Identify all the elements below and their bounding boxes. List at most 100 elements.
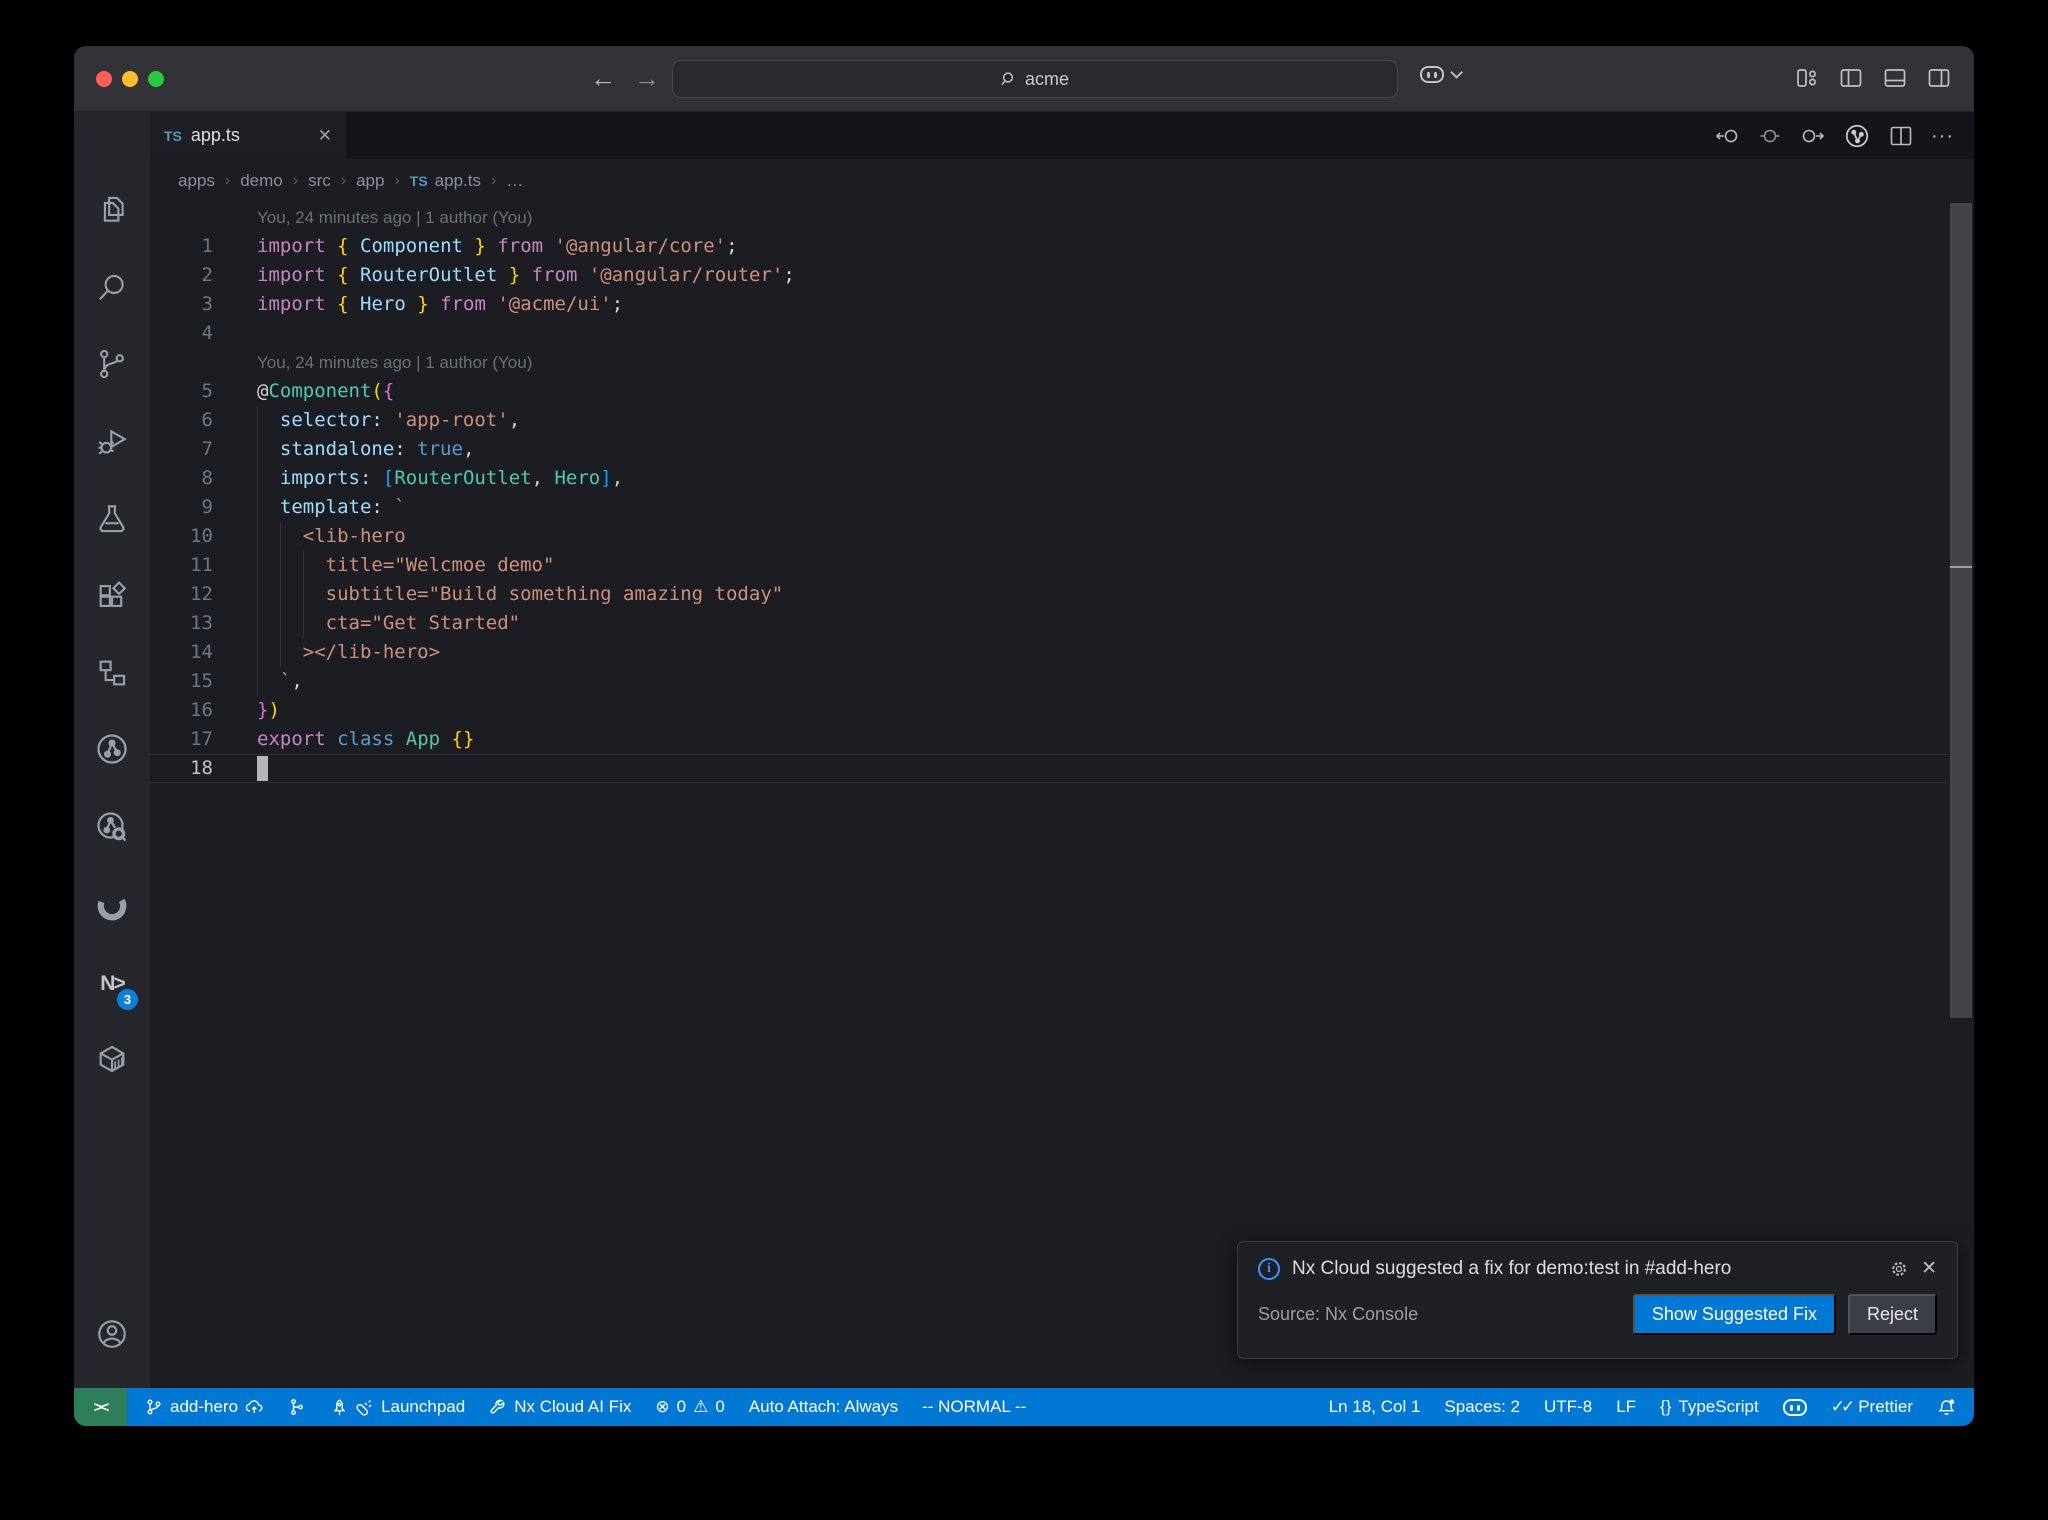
search-view-icon[interactable] [90, 266, 134, 310]
double-check-icon: ✓✓ [1830, 1397, 1855, 1416]
run-debug-icon[interactable] [90, 420, 134, 464]
desktop: ← → acme N> 3 TS app.ts ✕ ··· apps › dem… [0, 0, 2048, 1520]
references-icon[interactable] [90, 651, 134, 695]
traffic-light-close[interactable] [96, 71, 112, 87]
prev-change-icon[interactable] [1714, 123, 1740, 149]
breadcrumb-separator: › [224, 172, 231, 189]
tab-app-ts[interactable]: TS app.ts ✕ [150, 112, 346, 159]
notification-source: Source: Nx Console [1258, 1304, 1419, 1324]
eol-item[interactable]: LF [1616, 1397, 1636, 1417]
code-line: 8 imports: [RouterOutlet, Hero], [150, 464, 1950, 493]
code-line: 15 `, [150, 667, 1950, 696]
notification-toast: i Nx Cloud suggested a fix for demo:test… [1237, 1241, 1958, 1359]
blame-text: You, 24 minutes ago | 1 author (You) [257, 208, 533, 227]
command-center-search[interactable]: acme [672, 60, 1398, 98]
notification-settings-icon[interactable] [1889, 1259, 1909, 1279]
encoding-item[interactable]: UTF-8 [1544, 1397, 1592, 1417]
source-control-icon[interactable] [90, 342, 134, 386]
current-change-icon[interactable] [1757, 123, 1783, 149]
line-number: 9 [201, 496, 213, 518]
chevron-down-icon [1450, 66, 1463, 79]
formatter-item[interactable]: ✓✓ Prettier [1831, 1397, 1913, 1417]
breadcrumb: apps › demo › src › app › TS app.ts › … [150, 159, 1974, 203]
vim-mode-item[interactable]: -- NORMAL -- [922, 1397, 1026, 1417]
breadcrumb-separator: › [490, 172, 497, 189]
breadcrumb-item[interactable]: apps [178, 171, 215, 191]
error-icon: ⊗ [655, 1397, 670, 1416]
code-text: @Component({ [257, 380, 395, 402]
more-actions-icon[interactable]: ··· [1931, 125, 1954, 148]
code-text: `, [257, 670, 303, 692]
show-suggested-fix-button[interactable]: Show Suggested Fix [1632, 1294, 1836, 1335]
nx-graph-search-icon[interactable] [90, 805, 134, 849]
code-line: 11 title="Welcmoe demo" [150, 551, 1950, 580]
code-editor[interactable]: You, 24 minutes ago | 1 author (You) 1 imp… [150, 203, 1974, 1388]
breadcrumb-separator: › [394, 172, 400, 189]
copilot-status-item[interactable] [1782, 1398, 1807, 1416]
nav-forward-icon[interactable]: → [634, 60, 660, 96]
next-change-icon[interactable] [1800, 123, 1826, 149]
git-branch-item[interactable]: add-hero [145, 1397, 264, 1417]
typescript-file-icon: TS [409, 173, 428, 189]
toggle-secondary-sidebar-icon[interactable] [1926, 65, 1952, 91]
customize-layout-icon[interactable] [1794, 65, 1820, 91]
code-line: 13 cta="Get Started" [150, 609, 1950, 638]
status-bar: >< add-hero Launchpad Nx Cloud AI Fix ⊗ … [74, 1388, 1974, 1426]
containers-icon[interactable] [90, 1037, 134, 1081]
nx-project-graph-icon[interactable] [90, 727, 134, 771]
line-number: 7 [201, 438, 213, 460]
toggle-panel-icon[interactable] [1882, 65, 1908, 91]
tab-close-icon[interactable]: ✕ [318, 126, 332, 146]
edge-devtools-icon[interactable] [90, 884, 134, 928]
editor-cursor [257, 756, 268, 781]
split-editor-icon[interactable] [1888, 123, 1914, 149]
blame-text: You, 24 minutes ago | 1 author (You) [257, 353, 533, 372]
traffic-light-minimize[interactable] [122, 71, 138, 87]
testing-icon[interactable] [90, 497, 134, 541]
breadcrumb-ellipsis[interactable]: … [506, 171, 523, 191]
line-number: 6 [201, 409, 213, 431]
nx-graph-run-icon[interactable] [1843, 122, 1871, 150]
problems-item[interactable]: ⊗ 0 ⚠ 0 [655, 1397, 724, 1417]
remote-icon: >< [93, 1398, 109, 1416]
nav-back-icon[interactable]: ← [590, 60, 616, 96]
git-graph-item[interactable] [288, 1398, 306, 1416]
remote-indicator[interactable]: >< [74, 1388, 127, 1426]
reject-button[interactable]: Reject [1847, 1294, 1937, 1335]
line-number: 8 [201, 467, 213, 489]
warning-icon: ⚠ [693, 1397, 709, 1416]
account-icon[interactable] [90, 1312, 134, 1356]
breadcrumb-file[interactable]: TS app.ts [410, 171, 481, 191]
launchpad-item[interactable]: Launchpad [330, 1397, 465, 1417]
code-text: selector: 'app-root', [279, 409, 521, 431]
language-mode-item[interactable]: {} TypeScript [1660, 1397, 1759, 1417]
extensions-icon[interactable] [90, 574, 134, 618]
traffic-light-maximize[interactable] [148, 71, 164, 87]
breadcrumb-item[interactable]: src [308, 171, 331, 191]
scrollbar-slider[interactable] [1950, 203, 1972, 1018]
cursor-position-item[interactable]: Ln 18, Col 1 [1329, 1397, 1421, 1417]
toggle-primary-sidebar-icon[interactable] [1838, 65, 1864, 91]
breadcrumb-item[interactable]: demo [240, 171, 283, 191]
bell-icon [1938, 1398, 1955, 1415]
explorer-icon[interactable] [90, 188, 134, 232]
auto-attach-item[interactable]: Auto Attach: Always [749, 1397, 898, 1417]
info-icon: i [1258, 1257, 1280, 1280]
code-text: ></lib-hero> [257, 641, 441, 663]
copilot-menu[interactable] [1420, 66, 1463, 83]
nx-cloud-fix-item[interactable]: Nx Cloud AI Fix [489, 1397, 631, 1417]
tab-label: app.ts [190, 125, 240, 145]
code-line: 7 standalone: true, [150, 435, 1950, 464]
notification-close-icon[interactable]: ✕ [1921, 1257, 1937, 1280]
typescript-file-icon: TS [164, 127, 182, 144]
notifications-bell-item[interactable] [1937, 1398, 1956, 1417]
cloud-upload-icon [245, 1400, 263, 1413]
rocket-icon [333, 1398, 346, 1415]
breadcrumb-item[interactable]: app [356, 171, 384, 191]
line-number [150, 348, 213, 377]
brackets-icon: {} [1660, 1397, 1672, 1416]
code-text: <lib-hero [257, 525, 406, 547]
nx-console-icon[interactable]: N> 3 [90, 962, 138, 1010]
blame-annotation-row: You, 24 minutes ago | 1 author (You) [150, 203, 1950, 232]
indentation-item[interactable]: Spaces: 2 [1444, 1397, 1520, 1417]
